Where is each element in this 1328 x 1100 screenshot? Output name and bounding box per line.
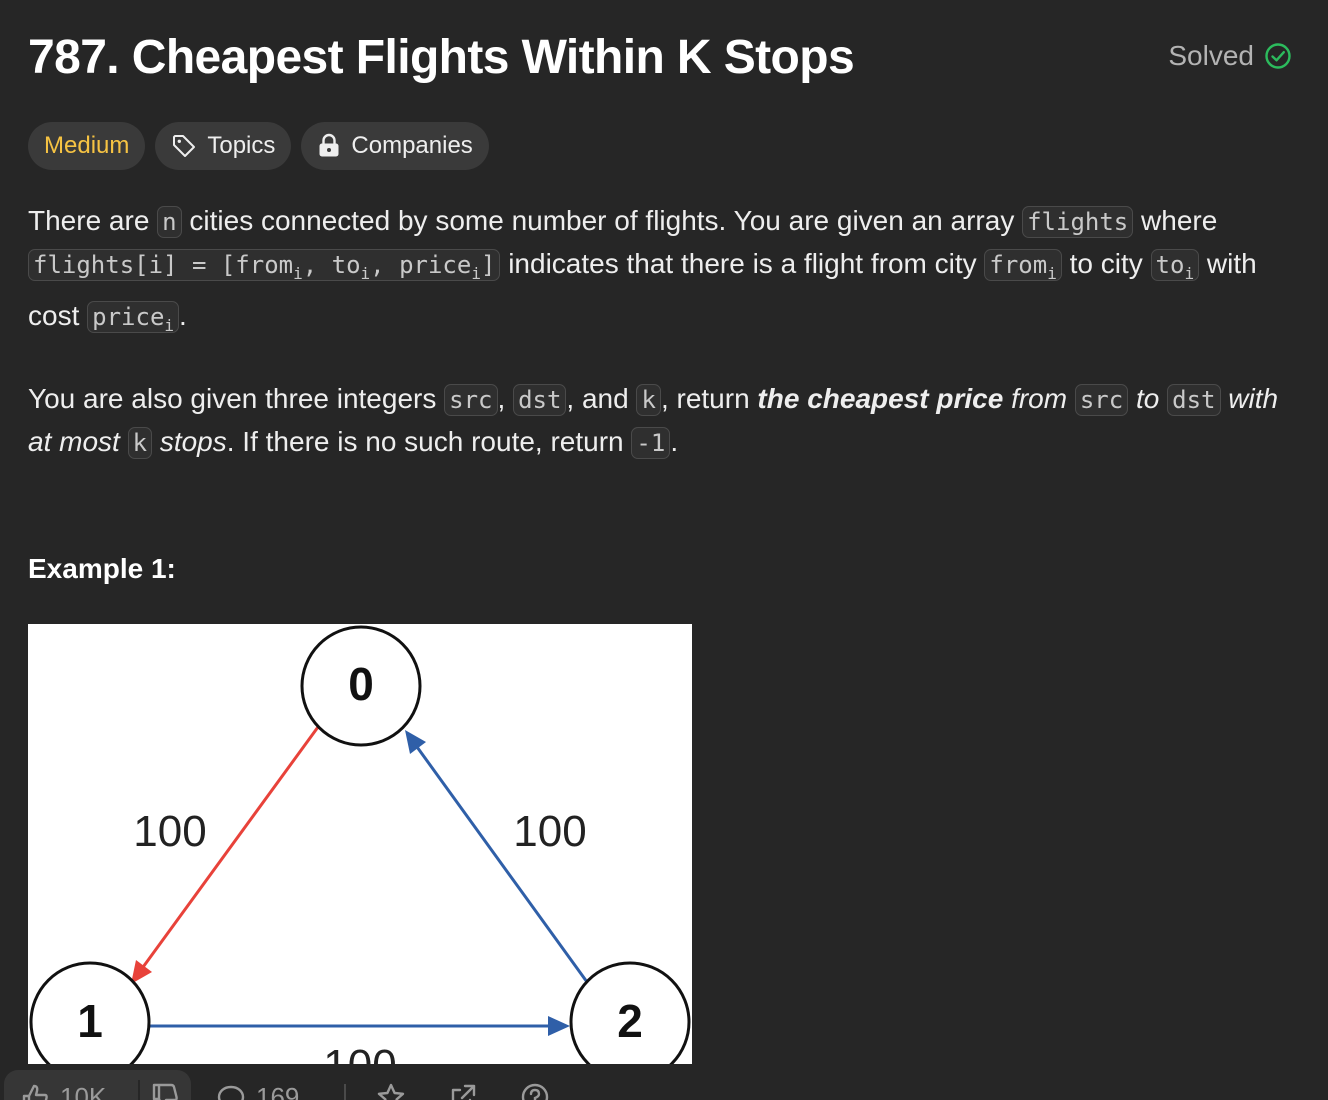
share-button[interactable] [448,1082,478,1100]
text: indicates that there is a flight from ci… [500,248,985,279]
thumbs-down-icon [150,1082,180,1100]
difficulty-label: Medium [44,132,130,159]
emphasis-text: stops [152,425,227,457]
emphasis-text: from [1003,382,1075,414]
code-dst: dst [513,383,567,416]
edge-label-1-0: 100 [133,807,206,856]
emphasis-cheapest-price: the cheapest price [757,382,1004,414]
node-1: 1 [29,961,151,1064]
text: , and [566,382,637,414]
node-label-0: 0 [348,658,374,710]
description-paragraph-2: You are also given three integers src, d… [28,378,1288,464]
solved-status: Solved [1168,40,1292,72]
difficulty-badge: Medium [28,122,146,170]
tag-pills: Medium Topics Companies [28,122,489,170]
code-src: src [1074,383,1129,416]
emphasis-text: to [1128,382,1168,414]
node-0: 0 [300,625,422,747]
example-title: Example 1: [28,553,176,584]
companies-label: Companies [351,132,473,159]
code-flights: flights [1022,206,1134,238]
code-src: src [444,383,498,416]
edge-label-1-2: 100 [323,1041,396,1064]
page-title: 787. Cheapest Flights Within K Stops [28,31,855,84]
code-from: fromi [984,249,1062,283]
like-count: 10K [60,1082,107,1100]
code-k: k [636,383,661,416]
node-label-1: 1 [77,995,103,1047]
edge-label-2-0: 100 [513,807,586,856]
action-toolbar: 10K 169 [0,1064,1328,1100]
like-button[interactable]: 10K [20,1082,106,1100]
example-graph-image: 100 100 100 0 1 2 [28,624,692,1064]
text: . [670,425,679,457]
code-price: pricei [87,300,180,335]
text: , return [660,382,758,414]
comments-button[interactable]: 169 [216,1082,299,1100]
tag-icon [171,133,197,159]
node-2: 2 [569,961,691,1064]
check-circle-icon [1264,42,1292,70]
description-paragraph-1: There are n cities connected by some num… [28,200,1288,347]
share-icon [448,1082,478,1100]
topics-button[interactable]: Topics [155,122,292,170]
problem-description: There are n cities connected by some num… [28,200,1288,464]
comment-icon [216,1083,246,1100]
solved-label: Solved [1168,40,1254,71]
companies-button[interactable]: Companies [301,122,489,170]
code-minus-one: -1 [631,426,671,459]
vote-divider [138,1080,140,1100]
edge-2-to-0 [405,730,589,983]
star-icon [376,1082,406,1100]
code-n: n [157,206,182,238]
text: There are [28,205,158,236]
text: You are also given three integers [28,382,445,414]
lock-icon [317,133,341,159]
text: . [179,299,187,331]
text: . If there is no such route, return [226,425,632,457]
text: where [1133,205,1218,236]
help-button[interactable] [520,1082,550,1100]
thumbs-up-icon [20,1083,50,1100]
node-label-2: 2 [617,995,643,1047]
toolbar-divider [344,1084,346,1100]
code-dst: dst [1167,383,1221,416]
help-icon [520,1082,550,1100]
dislike-button[interactable] [150,1082,180,1100]
favorite-button[interactable] [376,1082,406,1100]
text: to city [1061,248,1151,279]
edge-1-to-2 [150,1016,570,1036]
text: cities connected by some number of fligh… [181,205,1023,236]
text: , [497,382,514,414]
comment-count: 169 [256,1082,300,1100]
code-k: k [127,426,153,459]
code-to: toi [1150,249,1200,283]
code-flights-definition: flights[i] = [fromi, toi, pricei] [28,249,501,283]
topics-label: Topics [207,132,276,159]
